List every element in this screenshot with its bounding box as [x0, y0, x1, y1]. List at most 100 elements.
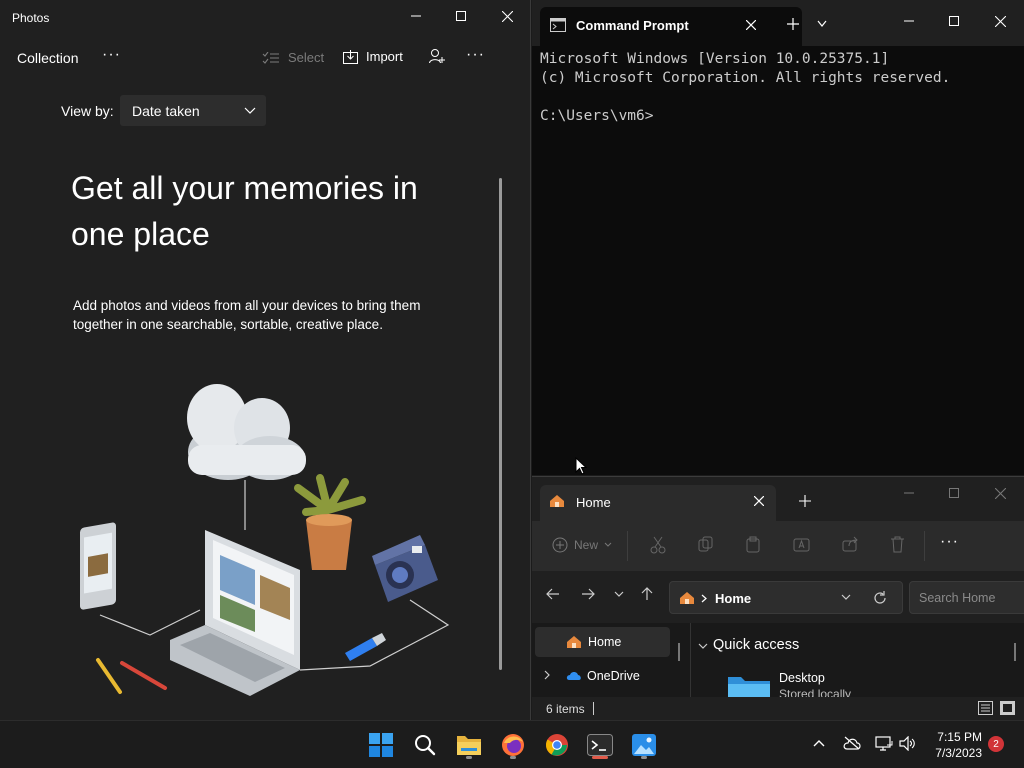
volume-icon[interactable]	[899, 736, 915, 751]
photos-close-button[interactable]	[484, 0, 530, 32]
hero-desc-line2: together in one searchable, sortable, cr…	[73, 317, 383, 332]
explorer-close-button[interactable]	[977, 477, 1023, 509]
taskbar-terminal[interactable]	[585, 730, 615, 760]
terminal-line: (c) Microsoft Corporation. All rights re…	[540, 70, 951, 86]
nav-pane-home[interactable]: Home	[535, 627, 670, 657]
terminal-output[interactable]: Microsoft Windows [Version 10.0.25375.1]…	[540, 50, 950, 126]
account-button[interactable]	[429, 48, 445, 64]
chevron-up-icon[interactable]	[813, 739, 825, 747]
new-button[interactable]: New	[552, 537, 612, 553]
cmd-maximize-button[interactable]	[931, 5, 977, 37]
explorer-status-bar: 6 items	[532, 697, 1024, 721]
item-count: 6 items	[546, 702, 585, 716]
close-tab-icon[interactable]	[754, 496, 764, 506]
photos-window: Photos Collection ··· Select Import ··· …	[0, 0, 531, 720]
cloud-icon	[187, 384, 306, 480]
more-icon: ···	[102, 46, 121, 63]
chevron-down-icon[interactable]	[841, 594, 851, 601]
quick-access-header[interactable]: Quick access	[713, 637, 799, 653]
nav-onedrive-label: OneDrive	[587, 669, 640, 683]
import-button[interactable]: Import	[343, 49, 403, 64]
system-clock[interactable]: 7:15 PM 7/3/2023	[935, 729, 982, 761]
usb-drive-icon	[345, 633, 386, 661]
nav-pane-splitter[interactable]	[678, 643, 680, 661]
home-icon	[550, 495, 564, 507]
copy-icon[interactable]	[698, 536, 714, 552]
taskbar-photos[interactable]	[629, 730, 659, 760]
more-icon: ···	[466, 46, 485, 63]
photos-more-button[interactable]: ···	[466, 46, 485, 64]
photos-scrollbar[interactable]	[499, 178, 502, 670]
home-icon	[567, 636, 581, 648]
up-arrow-icon[interactable]	[641, 587, 653, 601]
paste-icon[interactable]	[746, 536, 762, 553]
start-button[interactable]	[366, 730, 396, 760]
cmd-minimize-button[interactable]	[886, 5, 932, 37]
command-prompt-window: Command Prompt Microsoft Windows [Versio…	[532, 0, 1024, 475]
collection-tab[interactable]: Collection	[17, 50, 78, 66]
taskbar-file-explorer[interactable]	[454, 730, 484, 760]
plant-icon	[294, 474, 366, 570]
network-icon[interactable]	[875, 736, 893, 751]
explorer-tabbar[interactable]: Home	[532, 477, 1024, 521]
camera-icon	[372, 535, 438, 602]
new-tab-icon[interactable]	[799, 495, 811, 507]
explorer-scrollbar[interactable]	[1014, 643, 1016, 661]
photos-titlebar[interactable]: Photos	[0, 0, 531, 36]
quick-access-item-desktop[interactable]: Desktop Stored locally	[727, 667, 977, 697]
details-view-icon[interactable]	[978, 701, 993, 715]
explorer-maximize-button[interactable]	[931, 477, 977, 509]
onedrive-offline-icon[interactable]	[843, 736, 861, 750]
explorer-more-button[interactable]: ···	[940, 533, 959, 551]
share-icon[interactable]	[842, 536, 859, 552]
notification-badge[interactable]: 2	[988, 736, 1004, 752]
photos-minimize-button[interactable]	[393, 0, 439, 32]
cmd-tab-title: Command Prompt	[576, 18, 689, 33]
photos-maximize-button[interactable]	[438, 0, 484, 32]
cut-icon[interactable]	[650, 536, 666, 554]
recent-locations-icon[interactable]	[614, 591, 624, 598]
close-icon	[501, 10, 513, 22]
home-icon	[680, 592, 694, 604]
new-tab-icon[interactable]	[787, 18, 799, 30]
nav-pane-onedrive[interactable]: OneDrive	[532, 661, 677, 689]
collection-label: Collection	[17, 50, 79, 66]
refresh-icon[interactable]	[873, 591, 887, 605]
nav-home-label: Home	[588, 635, 622, 649]
chevron-down-icon	[604, 542, 612, 547]
chevron-right-icon[interactable]	[544, 670, 550, 680]
search-icon	[415, 735, 436, 756]
tab-dropdown-icon[interactable]	[817, 20, 827, 28]
terminal-tabbar[interactable]: Command Prompt	[532, 0, 1024, 46]
import-icon	[343, 49, 358, 64]
item-name: Desktop	[779, 671, 825, 685]
select-button[interactable]: Select	[262, 50, 324, 65]
cmd-close-button[interactable]	[977, 5, 1023, 37]
taskbar: 7:15 PM 7/3/2023	[0, 720, 1024, 768]
delete-icon[interactable]	[890, 536, 905, 553]
chevron-down-icon[interactable]	[698, 643, 708, 650]
taskbar-firefox[interactable]	[498, 730, 528, 760]
item-subtitle: Stored locally	[779, 687, 852, 697]
search-input[interactable]: Search Home	[909, 581, 1024, 614]
forward-arrow-icon[interactable]	[581, 588, 595, 600]
active-indicator	[592, 756, 608, 759]
chevron-right-icon	[701, 594, 707, 603]
view-by-dropdown[interactable]: Date taken	[120, 95, 266, 126]
terminal-line: Microsoft Windows [Version 10.0.25375.1]	[540, 51, 890, 67]
terminal-icon	[587, 734, 613, 756]
address-bar[interactable]: Home	[669, 581, 903, 614]
minimize-icon	[904, 492, 914, 494]
explorer-minimize-button[interactable]	[886, 477, 932, 509]
chevron-down-icon	[244, 107, 256, 114]
photos-nav-more-button[interactable]: ···	[102, 46, 121, 64]
tiles-view-icon[interactable]	[1000, 701, 1015, 715]
pencil-icon	[96, 658, 167, 694]
laptop-icon	[170, 530, 300, 696]
taskbar-search-button[interactable]	[410, 730, 440, 760]
back-arrow-icon[interactable]	[546, 588, 560, 600]
rename-icon[interactable]	[793, 536, 810, 553]
hero-title: Get all your memories in one place	[71, 165, 471, 257]
close-tab-icon[interactable]	[746, 20, 756, 30]
taskbar-chrome[interactable]	[542, 730, 572, 760]
